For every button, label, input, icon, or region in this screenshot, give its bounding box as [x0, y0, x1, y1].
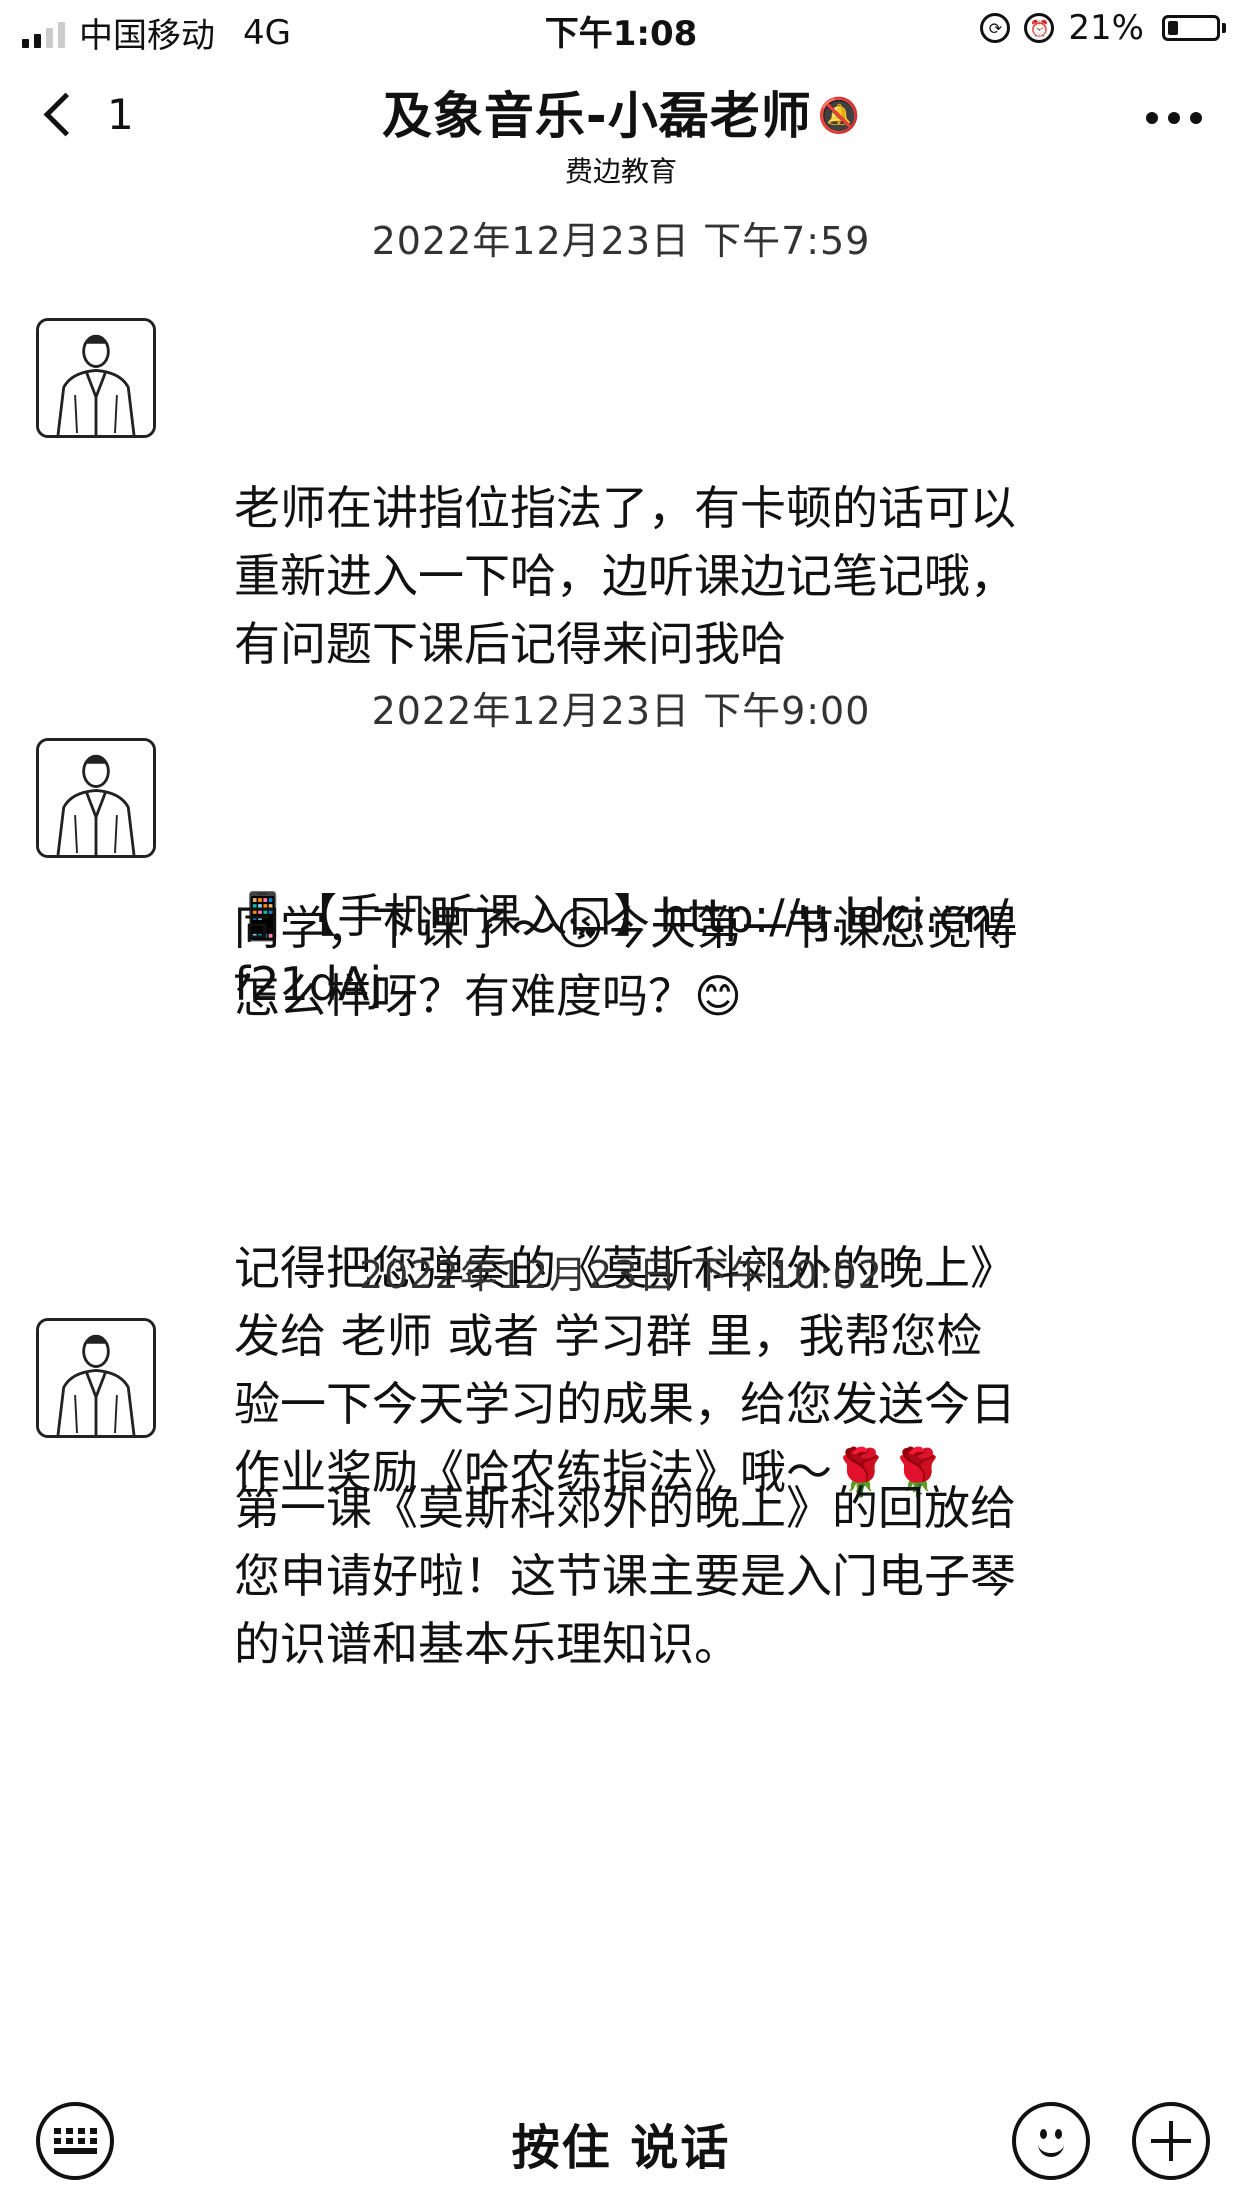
more-dots-icon — [1146, 112, 1158, 124]
message-timestamp: 2022年12月23日 下午7:59 — [371, 219, 871, 263]
emoji-icon — [1029, 2119, 1073, 2163]
person-avatar-icon — [39, 321, 153, 435]
message-paragraph: 第一课《莫斯科郊外的晚上》的回放给您申请好啦！这节课主要是入门电子琴的识谱和基本… — [234, 1481, 1016, 1671]
message-timestamp: 2022年12月23日 下午10:02 — [358, 1253, 883, 1297]
input-bar: 按住 说话 — [0, 2082, 1242, 2208]
emoji-button[interactable] — [1012, 2102, 1090, 2180]
message-text: 第一课《莫斯科郊外的晚上》的回放给您申请好啦！这节课主要是入门电子琴的识谱和基本… — [234, 1338, 1024, 1814]
more-button[interactable] — [1146, 112, 1202, 124]
sender-avatar[interactable] — [36, 1318, 156, 1438]
sender-avatar[interactable] — [36, 318, 156, 438]
more-actions-button[interactable] — [1132, 2102, 1210, 2180]
status-right: ⟳ ⏰ 21% — [980, 8, 1226, 48]
bell-muted-icon: 🔕 — [817, 96, 861, 136]
sender-avatar[interactable] — [36, 738, 156, 858]
battery-icon — [1162, 15, 1226, 41]
alarm-icon: ⏰ — [1024, 13, 1055, 43]
orientation-lock-icon: ⟳ — [980, 13, 1011, 43]
status-bar: 中国移动 4G 下午1:08 ⟳ ⏰ 21% — [0, 0, 1242, 62]
chat-header: 及象音乐-小磊老师 🔕 费边教育 — [0, 76, 1242, 190]
chat-history[interactable]: 2022年12月23日 下午7:59 老师在讲指位指法了，有卡顿的话可以重新进入… — [0, 182, 1242, 2082]
message-paragraph: 同学，下课了～😘今天第一节课您觉得怎么样呀？有难度吗？😊 — [234, 901, 1018, 1023]
plus-icon — [1151, 2121, 1191, 2161]
person-avatar-icon — [39, 1321, 153, 1435]
person-avatar-icon — [39, 741, 153, 855]
nav-bar: 1 及象音乐-小磊老师 🔕 费边教育 — [0, 62, 1242, 188]
battery-percent: 21% — [1068, 8, 1144, 48]
chat-title: 及象音乐-小磊老师 — [381, 87, 812, 145]
message-timestamp: 2022年12月23日 下午9:00 — [371, 689, 871, 733]
message-paragraph: 老师在讲指位指法了，有卡顿的话可以重新进入一下哈，边听课边记笔记哦，有问题下课后… — [234, 481, 1016, 671]
